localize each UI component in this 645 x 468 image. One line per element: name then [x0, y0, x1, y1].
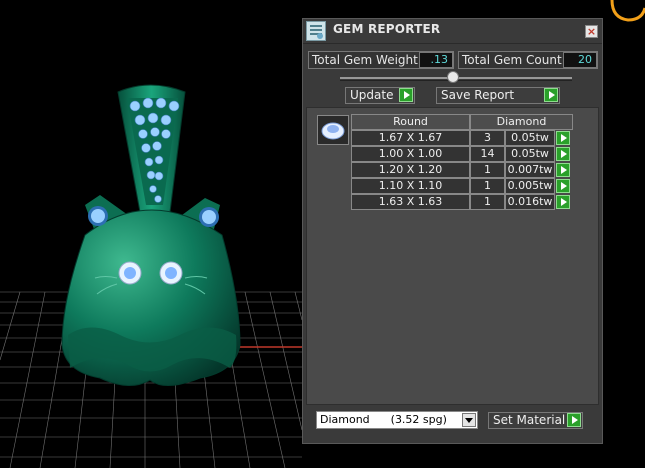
table-row-size: 1.63 X 1.63 — [351, 194, 470, 210]
table-row-count: 14 — [470, 146, 505, 162]
round-gem-icon — [317, 115, 349, 145]
report-icon — [306, 21, 326, 41]
table-row-size: 1.67 X 1.67 — [351, 130, 470, 146]
table-row-count: 1 — [470, 162, 505, 178]
update-go-icon[interactable] — [399, 88, 413, 102]
table-row-size: 1.20 X 1.20 — [351, 162, 470, 178]
slider-knob[interactable] — [447, 71, 459, 83]
row-select-icon[interactable] — [556, 131, 570, 145]
set-material-go-icon[interactable] — [567, 413, 581, 427]
column-header-material: Diamond — [470, 114, 573, 130]
close-button[interactable]: × — [585, 25, 598, 38]
total-gem-count-value: 20 — [563, 52, 597, 68]
table-row-size: 1.10 X 1.10 — [351, 178, 470, 194]
row-select-icon[interactable] — [556, 195, 570, 209]
material-select-value: Diamond (3.52 spg) — [320, 413, 447, 426]
table-row-weight: 0.05tw — [505, 130, 555, 146]
table-row-weight: 0.05tw — [505, 146, 555, 162]
gem-reporter-panel: GEM REPORTER × Total Gem Weight .13 Tota… — [302, 18, 603, 444]
panel-title: GEM REPORTER — [333, 22, 441, 36]
report-area: Round Diamond 1.67 X 1.67 3 0.05tw 1.00 … — [306, 107, 599, 405]
table-row-count: 1 — [470, 194, 505, 210]
column-header-shape: Round — [351, 114, 470, 130]
save-report-button[interactable]: Save Report — [436, 87, 560, 104]
pendant-model[interactable] — [61, 84, 241, 386]
table-row-count: 3 — [470, 130, 505, 146]
dropdown-arrow-icon[interactable] — [462, 413, 476, 427]
view-gizmo-icon[interactable] — [610, 0, 645, 22]
row-select-icon[interactable] — [556, 147, 570, 161]
table-row-size: 1.00 X 1.00 — [351, 146, 470, 162]
table-row-count: 1 — [470, 178, 505, 194]
table-row-weight: 0.005tw — [505, 178, 555, 194]
titlebar[interactable]: GEM REPORTER × — [303, 19, 602, 44]
save-report-button-label: Save Report — [441, 88, 515, 102]
total-gem-weight-value: .13 — [419, 52, 453, 68]
table-row-weight: 0.016tw — [505, 194, 555, 210]
row-select-icon[interactable] — [556, 179, 570, 193]
save-report-go-icon[interactable] — [544, 88, 558, 102]
update-button-label: Update — [350, 88, 394, 102]
table-row-weight: 0.007tw — [505, 162, 555, 178]
set-material-button-label: Set Material — [493, 413, 566, 427]
row-select-icon[interactable] — [556, 163, 570, 177]
material-select[interactable]: Diamond (3.52 spg) — [316, 411, 478, 429]
